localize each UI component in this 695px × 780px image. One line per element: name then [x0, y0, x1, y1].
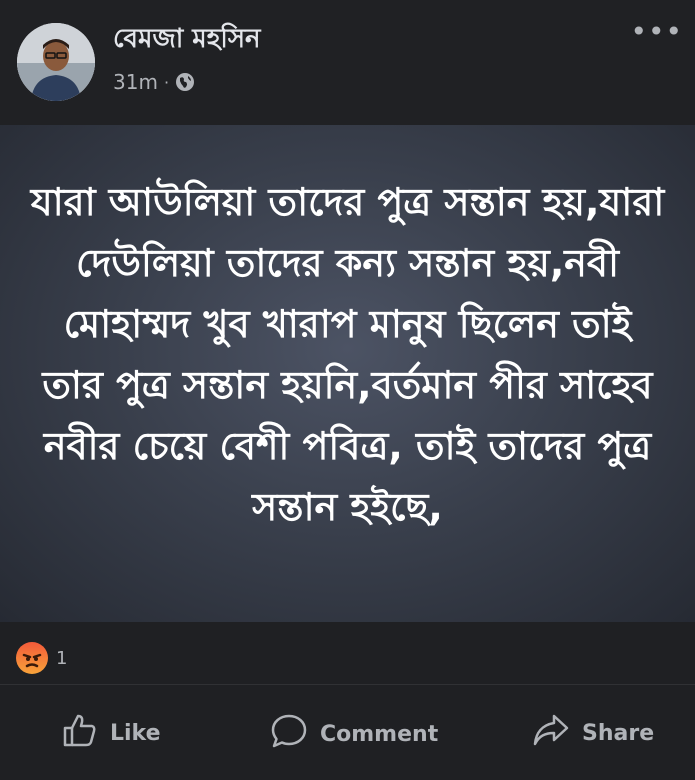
facebook-post: বেমজা মহসিন 31m · ••• যারা আউলিয়া তাদের…	[0, 0, 695, 780]
post-time[interactable]: 31m	[113, 70, 158, 94]
share-label: Share	[582, 720, 655, 746]
comment-button[interactable]: Comment	[270, 713, 438, 755]
globe-icon[interactable]	[175, 72, 195, 92]
post-text: যারা আউলিয়া তাদের পুত্র সন্তান হয়,যারা…	[30, 179, 665, 529]
reaction-count: 1	[56, 647, 68, 669]
comment-label: Comment	[320, 721, 439, 747]
reaction-summary[interactable]: 1	[16, 642, 67, 674]
post-meta: 31m ·	[113, 70, 195, 94]
like-button[interactable]: Like	[62, 713, 161, 753]
like-icon	[62, 713, 98, 753]
angry-reaction-icon	[16, 642, 48, 674]
author-name[interactable]: বেমজা মহসিন	[113, 18, 261, 62]
comment-icon	[270, 713, 308, 755]
more-options-icon[interactable]: •••	[630, 18, 683, 46]
post-header: বেমজা মহসিন 31m · •••	[0, 0, 695, 125]
like-label: Like	[110, 720, 161, 746]
avatar[interactable]	[17, 23, 95, 101]
share-icon	[532, 713, 570, 753]
post-text-card: যারা আউলিয়া তাদের পুত্র সন্তান হয়,যারা…	[0, 125, 695, 622]
meta-separator: ·	[163, 72, 170, 92]
avatar-photo	[17, 23, 95, 101]
share-button[interactable]: Share	[532, 713, 654, 753]
post-actions: Like Comment Share	[0, 684, 695, 780]
